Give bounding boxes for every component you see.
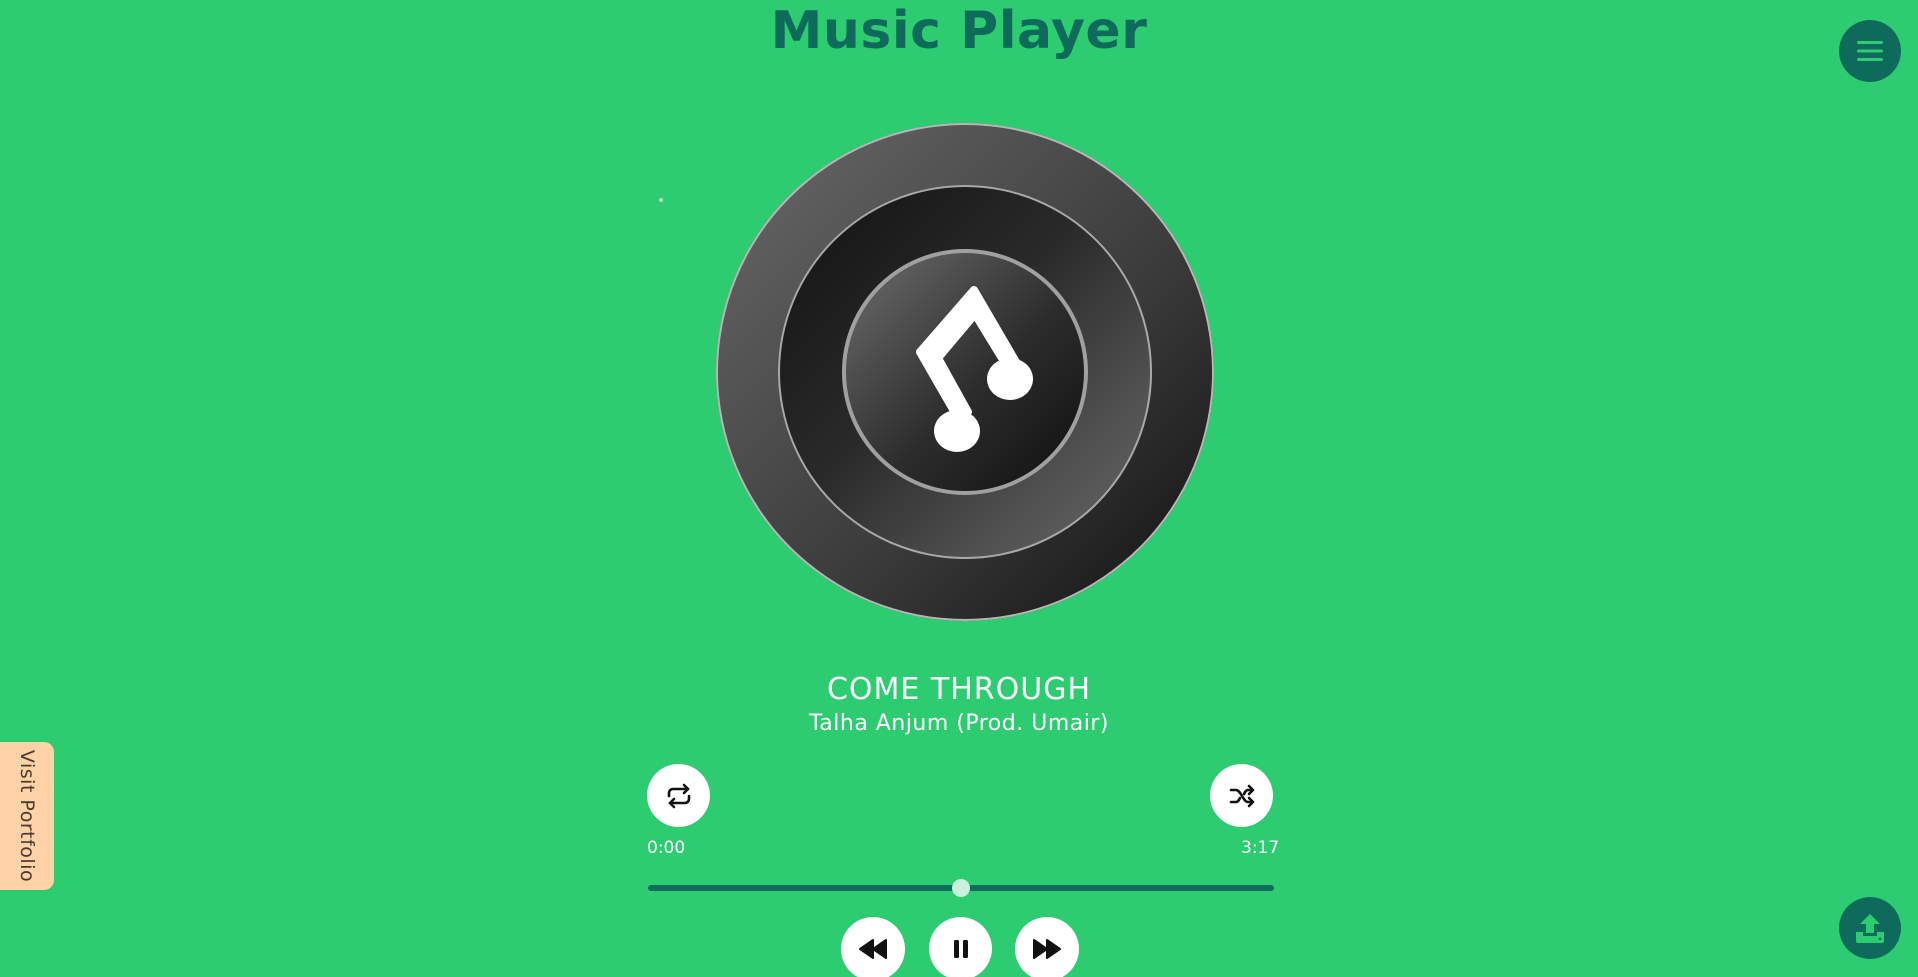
rewind-button[interactable]: [841, 917, 905, 977]
pause-button[interactable]: [929, 917, 992, 977]
music-player-page: Music Player COME THROUGH Talha Anjum (P…: [0, 0, 1918, 977]
hamburger-menu-icon: [1857, 41, 1883, 61]
song-title: COME THROUGH: [826, 672, 1092, 707]
visit-portfolio-label: Visit Portfolio: [16, 749, 38, 883]
upload-icon: [1856, 914, 1884, 943]
repeat-icon: [667, 783, 690, 808]
total-duration: 3:17: [1241, 838, 1280, 858]
music-note-icon: [912, 284, 1042, 464]
fast-forward-icon: [1033, 939, 1061, 959]
progress-slider-thumb[interactable]: [952, 879, 970, 897]
visit-portfolio-tab[interactable]: Visit Portfolio: [0, 742, 54, 890]
pause-icon: [953, 939, 968, 958]
page-title: Music Player: [770, 1, 1148, 61]
menu-button[interactable]: [1839, 20, 1901, 82]
decorative-dot: [659, 198, 663, 202]
fast-forward-button[interactable]: [1015, 917, 1079, 977]
current-time: 0:00: [647, 838, 686, 858]
repeat-button[interactable]: [647, 764, 710, 827]
song-artist: Talha Anjum (Prod. Umair): [809, 711, 1109, 736]
shuffle-icon: [1229, 784, 1254, 807]
progress-slider[interactable]: [648, 879, 1274, 897]
upload-button[interactable]: [1839, 897, 1901, 959]
shuffle-button[interactable]: [1210, 764, 1273, 827]
rewind-icon: [859, 939, 887, 959]
